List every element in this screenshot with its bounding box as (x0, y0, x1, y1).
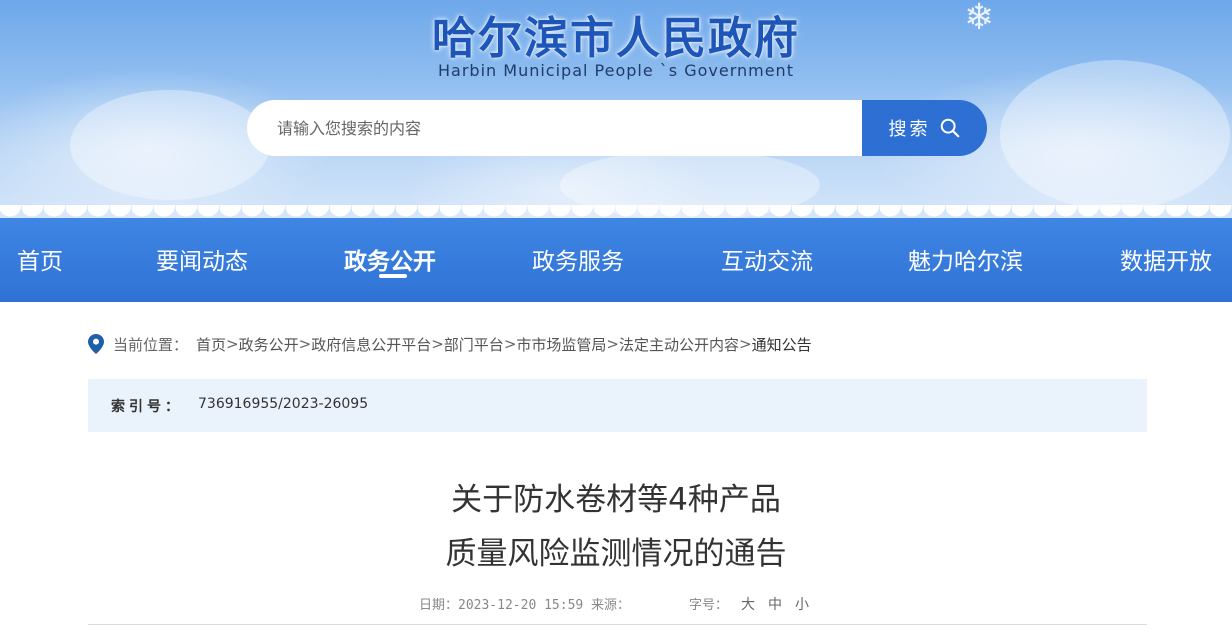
breadcrumb-separator: > (226, 335, 239, 353)
breadcrumb-separator: > (298, 335, 312, 353)
divider (88, 624, 1147, 625)
search-button[interactable]: 搜索 (862, 100, 987, 156)
breadcrumb-home[interactable]: 首页 (196, 334, 226, 355)
index-number-label: 索引号： (111, 399, 183, 415)
breadcrumb-dept-platform[interactable]: 部门平台 (444, 334, 504, 355)
article-title-line-2: 质量风险监测情况的通告 (445, 536, 787, 572)
font-size-small-button[interactable]: 小 (795, 594, 809, 614)
document-info-box: 索引号： 736916955/2023-26095 (88, 379, 1147, 432)
search-input[interactable] (247, 100, 867, 156)
nav-item-gov-service[interactable]: 政务服务 (532, 242, 624, 276)
breadcrumb-label: 当前位置： (113, 335, 189, 354)
breadcrumb-notices[interactable]: 通知公告 (752, 334, 812, 355)
search-bar: 搜索 (247, 100, 987, 156)
breadcrumb-separator: > (739, 335, 752, 353)
breadcrumb-info-platform[interactable]: 政府信息公开平台 (311, 334, 431, 355)
nav-item-news[interactable]: 要闻动态 (156, 242, 248, 276)
index-number-value: 736916955/2023-26095 (198, 396, 369, 412)
breadcrumb: 当前位置： 首页 > 政务公开 > 政府信息公开平台 > 部门平台 > 市市场监… (88, 333, 812, 355)
header-banner: ❄ 哈尔滨市人民政府 Harbin Municipal People `s Go… (0, 0, 1232, 228)
ice-sculpture-right (1000, 60, 1230, 210)
page: ❄ 哈尔滨市人民政府 Harbin Municipal People `s Go… (0, 0, 1232, 633)
nav-active-indicator (379, 274, 407, 278)
nav-item-open-data[interactable]: 数据开放 (1120, 242, 1212, 276)
nav-item-charm-harbin[interactable]: 魅力哈尔滨 (908, 242, 1023, 276)
main-nav: 首页 要闻动态 政务公开 政务服务 互动交流 魅力哈尔滨 数据开放 (0, 205, 1232, 302)
breadcrumb-gov-open[interactable]: 政务公开 (239, 334, 299, 355)
nav-item-home[interactable]: 首页 (17, 242, 63, 276)
site-subtitle: Harbin Municipal People `s Government (438, 61, 794, 80)
search-icon (940, 118, 959, 138)
site-title[interactable]: 哈尔滨市人民政府 (0, 2, 1232, 66)
article-title-line-1: 关于防水卷材等4种产品 (451, 482, 781, 518)
font-size-label: 字号： (689, 598, 729, 613)
breadcrumb-separator: > (606, 335, 619, 353)
ice-sculpture-left (70, 90, 270, 200)
nav-item-gov-open[interactable]: 政务公开 (344, 242, 436, 276)
breadcrumb-separator: > (503, 335, 517, 353)
font-size-medium-button[interactable]: 中 (768, 594, 782, 614)
breadcrumb-separator: > (431, 335, 444, 353)
font-size-large-button[interactable]: 大 (741, 594, 755, 614)
nav-item-interaction[interactable]: 互动交流 (721, 242, 813, 276)
snow-edge (0, 205, 1232, 231)
article-date-source: 日期：2023-12-20 15:59 来源： (419, 598, 631, 613)
search-button-label: 搜索 (888, 119, 931, 140)
breadcrumb-market-bureau[interactable]: 市市场监管局 (516, 334, 606, 355)
location-pin-icon (88, 334, 104, 354)
breadcrumb-statutory-content[interactable]: 法定主动公开内容 (619, 334, 739, 355)
